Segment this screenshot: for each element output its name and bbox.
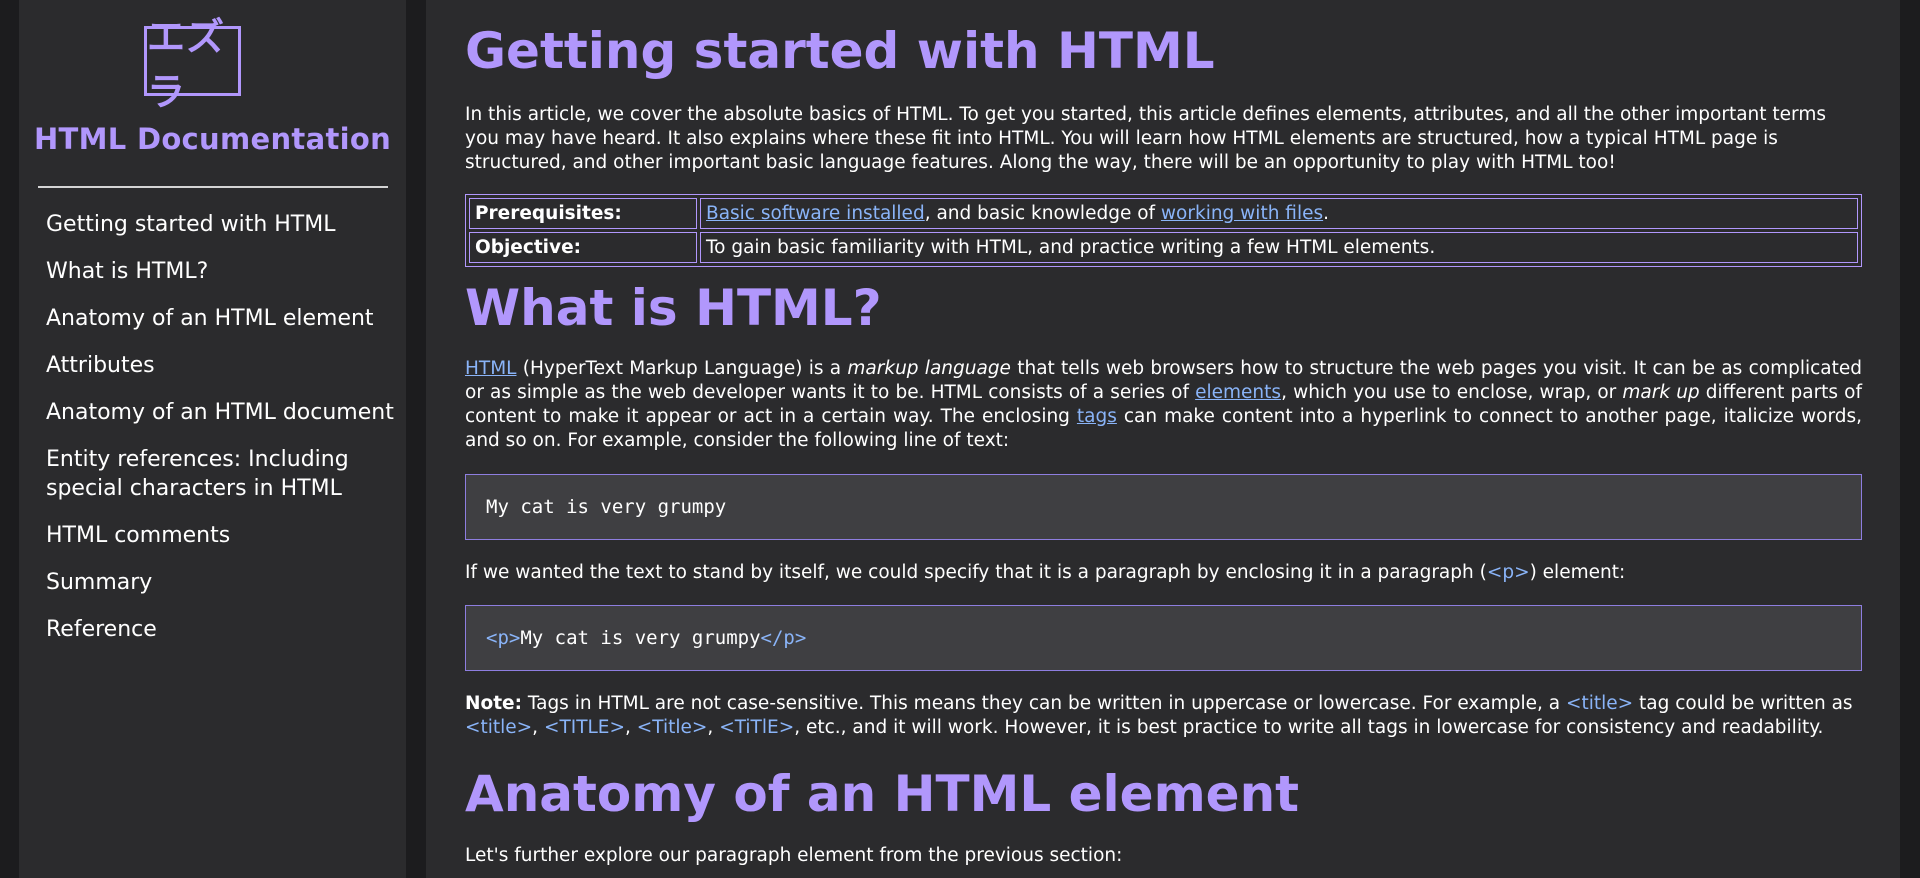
note-label: Note: — [465, 693, 522, 714]
text-fragment: , — [625, 717, 637, 738]
heading-what-is-html: What is HTML? — [465, 279, 882, 337]
inline-code-title-upper: <TITLE> — [543, 717, 625, 738]
link-working-with-files[interactable]: working with files — [1161, 203, 1323, 224]
text-fragment: (HyperText Markup Language) is a — [516, 358, 848, 379]
what-is-html-paragraph: HTML (HyperText Markup Language) is a ma… — [465, 357, 1862, 453]
emphasis-markup-language: markup language — [847, 358, 1011, 379]
code-close-tag: </p> — [760, 627, 807, 649]
sidebar-item-summary[interactable]: Summary — [46, 568, 396, 597]
link-html[interactable]: HTML — [465, 358, 516, 379]
heading-getting-started: Getting started with HTML — [465, 22, 1215, 80]
sidebar: エズラ HTML Documentation Getting started w… — [19, 0, 406, 878]
prereq-label: Prerequisites: — [469, 198, 697, 229]
sidebar-item-getting-started[interactable]: Getting started with HTML — [46, 210, 396, 239]
sidebar-item-what-is-html[interactable]: What is HTML? — [46, 257, 396, 286]
site-logo[interactable]: エズラ — [144, 15, 241, 114]
text-fragment: ) element: — [1529, 562, 1626, 583]
main-content: Getting started with HTML In this articl… — [426, 0, 1900, 878]
text-fragment: , which you use to enclose, wrap, or — [1281, 382, 1623, 403]
sidebar-item-attributes[interactable]: Attributes — [46, 351, 396, 380]
link-basic-software[interactable]: Basic software installed — [706, 203, 925, 224]
intro-paragraph: In this article, we cover the absolute b… — [465, 104, 1826, 173]
inline-code-title-mixed: <TiTlE> — [719, 717, 795, 738]
sidebar-item-anatomy-document[interactable]: Anatomy of an HTML document — [46, 398, 396, 427]
link-elements[interactable]: elements — [1195, 382, 1281, 403]
app-window: エズラ HTML Documentation Getting started w… — [0, 0, 1920, 878]
code-block-paragraph: <p> My cat is very grumpy </p> — [465, 605, 1862, 671]
inline-code-title: <title> — [1565, 693, 1634, 714]
anatomy-intro-paragraph: Let's further explore our paragraph elem… — [465, 845, 1123, 866]
paragraph-element-intro: If we wanted the text to stand by itself… — [465, 561, 1862, 585]
link-tags[interactable]: tags — [1077, 406, 1117, 427]
inline-code-title: <title> — [465, 717, 533, 738]
text-fragment: If we wanted the text to stand by itself… — [465, 562, 1487, 583]
prereq-end-text: . — [1323, 203, 1330, 224]
objective-value: To gain basic familiarity with HTML, and… — [700, 232, 1858, 263]
inline-code-p: <p> — [1486, 562, 1530, 583]
text-fragment: Tags in HTML are not case-sensitive. Thi… — [521, 693, 1566, 714]
note-paragraph: Note: Tags in HTML are not case-sensitiv… — [465, 692, 1862, 740]
code-block-plain: My cat is very grumpy — [465, 474, 1862, 540]
emphasis-mark-up: mark up — [1622, 382, 1700, 403]
inline-code-title-capital: <Title> — [636, 717, 708, 738]
prerequisites-table: Prerequisites: Basic software installed,… — [465, 194, 1862, 267]
text-fragment: , etc., and it will work. However, it is… — [794, 717, 1824, 738]
sidebar-divider — [38, 186, 388, 188]
sidebar-item-html-comments[interactable]: HTML comments — [46, 521, 396, 550]
code-open-tag: <p> — [486, 627, 521, 649]
objective-label: Objective: — [469, 232, 697, 263]
text-fragment: tag could be written as — [1633, 693, 1853, 714]
table-row: Prerequisites: Basic software installed,… — [469, 198, 1858, 229]
sidebar-nav: Getting started with HTML What is HTML? … — [46, 210, 396, 662]
sidebar-item-entity-references[interactable]: Entity references: Including special cha… — [46, 445, 396, 503]
sidebar-item-anatomy-element[interactable]: Anatomy of an HTML element — [46, 304, 396, 333]
sidebar-title: HTML Documentation — [33, 122, 392, 156]
prereq-value: Basic software installed, and basic know… — [700, 198, 1858, 229]
code-text: My cat is very grumpy — [486, 496, 727, 518]
sidebar-item-reference[interactable]: Reference — [46, 615, 396, 644]
text-fragment: , — [707, 717, 720, 738]
heading-anatomy-element: Anatomy of an HTML element — [465, 765, 1300, 823]
table-row: Objective: To gain basic familiarity wit… — [469, 232, 1858, 263]
code-text: My cat is very grumpy — [520, 627, 761, 649]
text-fragment: , — [532, 717, 544, 738]
prereq-mid-text: , and basic knowledge of — [924, 203, 1161, 224]
